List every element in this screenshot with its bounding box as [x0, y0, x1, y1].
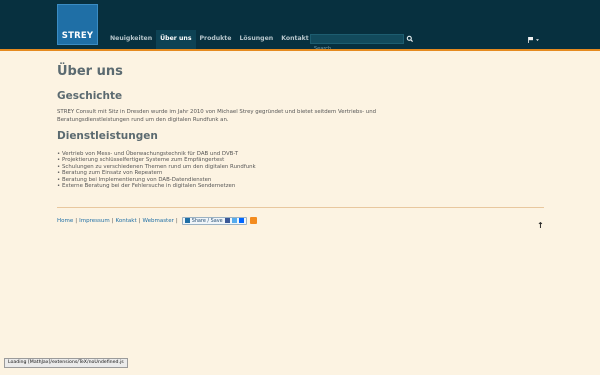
logo-text: STREY	[61, 31, 94, 41]
status-bar: Loading [MathJax]/extensions/TeX/noUndef…	[4, 358, 128, 368]
footer-separator: |	[175, 217, 178, 224]
search-icon[interactable]	[405, 34, 415, 44]
share-plus-icon	[184, 218, 190, 223]
share-label: Share / Save	[191, 217, 223, 224]
logo[interactable]: STREY	[57, 4, 98, 45]
search-box	[310, 34, 404, 53]
main-nav: Neuigkeiten Über uns Produkte Lösungen K…	[106, 30, 313, 49]
footer-link-home[interactable]: Home	[57, 218, 73, 224]
history-heading: Geschichte	[57, 90, 123, 102]
facebook-icon	[224, 218, 230, 223]
footer-link-kontakt[interactable]: Kontakt	[116, 218, 137, 224]
rss-icon[interactable]	[249, 217, 257, 224]
share-save-button[interactable]: Share / Save	[181, 216, 247, 225]
footer-link-impressum[interactable]: Impressum	[79, 218, 110, 224]
page-title: Über uns	[57, 64, 123, 79]
flag-icon[interactable]	[528, 37, 540, 43]
list-item: Externe Beratung bei der Fehlersuche in …	[57, 183, 256, 190]
back-to-top-icon[interactable]: ↑	[537, 221, 544, 230]
nav-item-produkte[interactable]: Produkte	[196, 30, 236, 49]
nav-item-ueber-uns[interactable]: Über uns	[156, 30, 196, 49]
services-heading: Dienstleistungen	[57, 130, 158, 142]
services-list: Vertrieb von Mess- und Überwachungstechn…	[57, 151, 256, 190]
nav-item-loesungen[interactable]: Lösungen	[235, 30, 277, 49]
twitter-icon	[231, 218, 237, 223]
footer: Home | Impressum | Kontakt | Webmaster |…	[57, 216, 257, 225]
header-accent-line	[0, 49, 600, 51]
footer-divider	[57, 207, 544, 208]
nav-item-neuigkeiten[interactable]: Neuigkeiten	[106, 30, 156, 49]
email-icon	[238, 218, 244, 223]
history-text: STREY Consult mit Sitz in Dresden wurde …	[57, 109, 377, 123]
main-content: Über uns Geschichte STREY Consult mit Si…	[57, 64, 547, 190]
footer-separator: |	[138, 217, 141, 224]
site-header: STREY Neuigkeiten Über uns Produkte Lösu…	[0, 0, 600, 53]
footer-separator: |	[111, 217, 114, 224]
nav-item-kontakt[interactable]: Kontakt	[277, 30, 313, 49]
footer-separator: |	[75, 217, 78, 224]
footer-link-webmaster[interactable]: Webmaster	[142, 218, 173, 224]
